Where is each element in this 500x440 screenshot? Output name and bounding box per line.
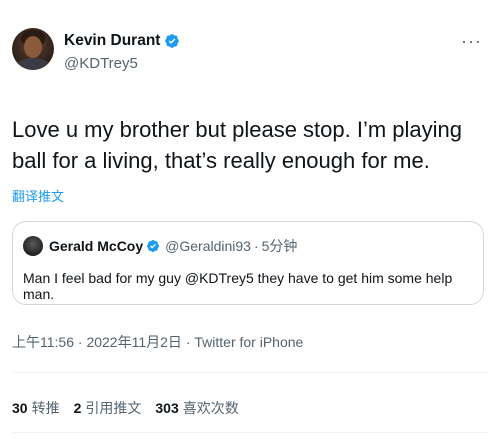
- quoted-time: 5分钟: [261, 238, 298, 254]
- avatar[interactable]: [12, 28, 54, 70]
- author-block: Kevin Durant @KDTrey5: [64, 32, 180, 73]
- translate-link[interactable]: 翻译推文: [12, 186, 64, 205]
- likes-stat[interactable]: 303 喜欢次数: [155, 398, 238, 418]
- retweets-count: 30: [12, 400, 28, 416]
- likes-label: 喜欢次数: [182, 400, 239, 416]
- likes-count: 303: [155, 400, 179, 416]
- tweet-metadata: 上午11:56 · 2022年11月2日 · Twitter for iPhon…: [12, 332, 303, 352]
- tweet-source[interactable]: Twitter for iPhone: [194, 334, 303, 350]
- retweets-stat[interactable]: 30 转推: [12, 398, 60, 418]
- quoted-tweet[interactable]: Gerald McCoy @Geraldini93 · 5分钟 Man I fe…: [12, 221, 484, 305]
- verified-badge-icon: [165, 34, 180, 48]
- quote-tweets-label: 引用推文: [85, 400, 142, 416]
- retweets-label: 转推: [31, 400, 60, 416]
- author-display-name[interactable]: Kevin Durant: [64, 32, 160, 50]
- quote-tweets-stat[interactable]: 2 引用推文: [74, 398, 142, 418]
- quote-tweets-count: 2: [73, 400, 82, 416]
- divider-bottom: [12, 432, 488, 433]
- avatar-shirt: [16, 58, 50, 70]
- tweet-date[interactable]: 2022年11月2日: [86, 334, 181, 350]
- engagement-stats: 30 转推 2 引用推文 303 喜欢次数: [12, 398, 253, 418]
- author-name-row[interactable]: Kevin Durant: [64, 32, 180, 50]
- quoted-separator: ·: [253, 238, 259, 254]
- meta-separator-1: ·: [77, 334, 83, 350]
- more-options-icon[interactable]: ···: [461, 32, 482, 50]
- quoted-verified-badge-icon: [147, 240, 160, 252]
- quoted-handle: @Geraldini93: [165, 238, 251, 254]
- quoted-tweet-text: Man I feel bad for my guy @KDTrey5 they …: [23, 270, 453, 302]
- quoted-display-name: Gerald McCoy: [49, 238, 144, 254]
- tweet-time[interactable]: 上午11:56: [12, 334, 74, 350]
- author-handle[interactable]: @KDTrey5: [64, 55, 180, 73]
- meta-separator-2: ·: [185, 334, 191, 350]
- divider: [12, 372, 488, 373]
- quoted-avatar: [23, 236, 43, 256]
- quoted-tweet-header: Gerald McCoy @Geraldini93 · 5分钟: [23, 236, 297, 256]
- tweet-text: Love u my brother but please stop. I’m p…: [12, 117, 463, 173]
- avatar-face: [24, 36, 42, 58]
